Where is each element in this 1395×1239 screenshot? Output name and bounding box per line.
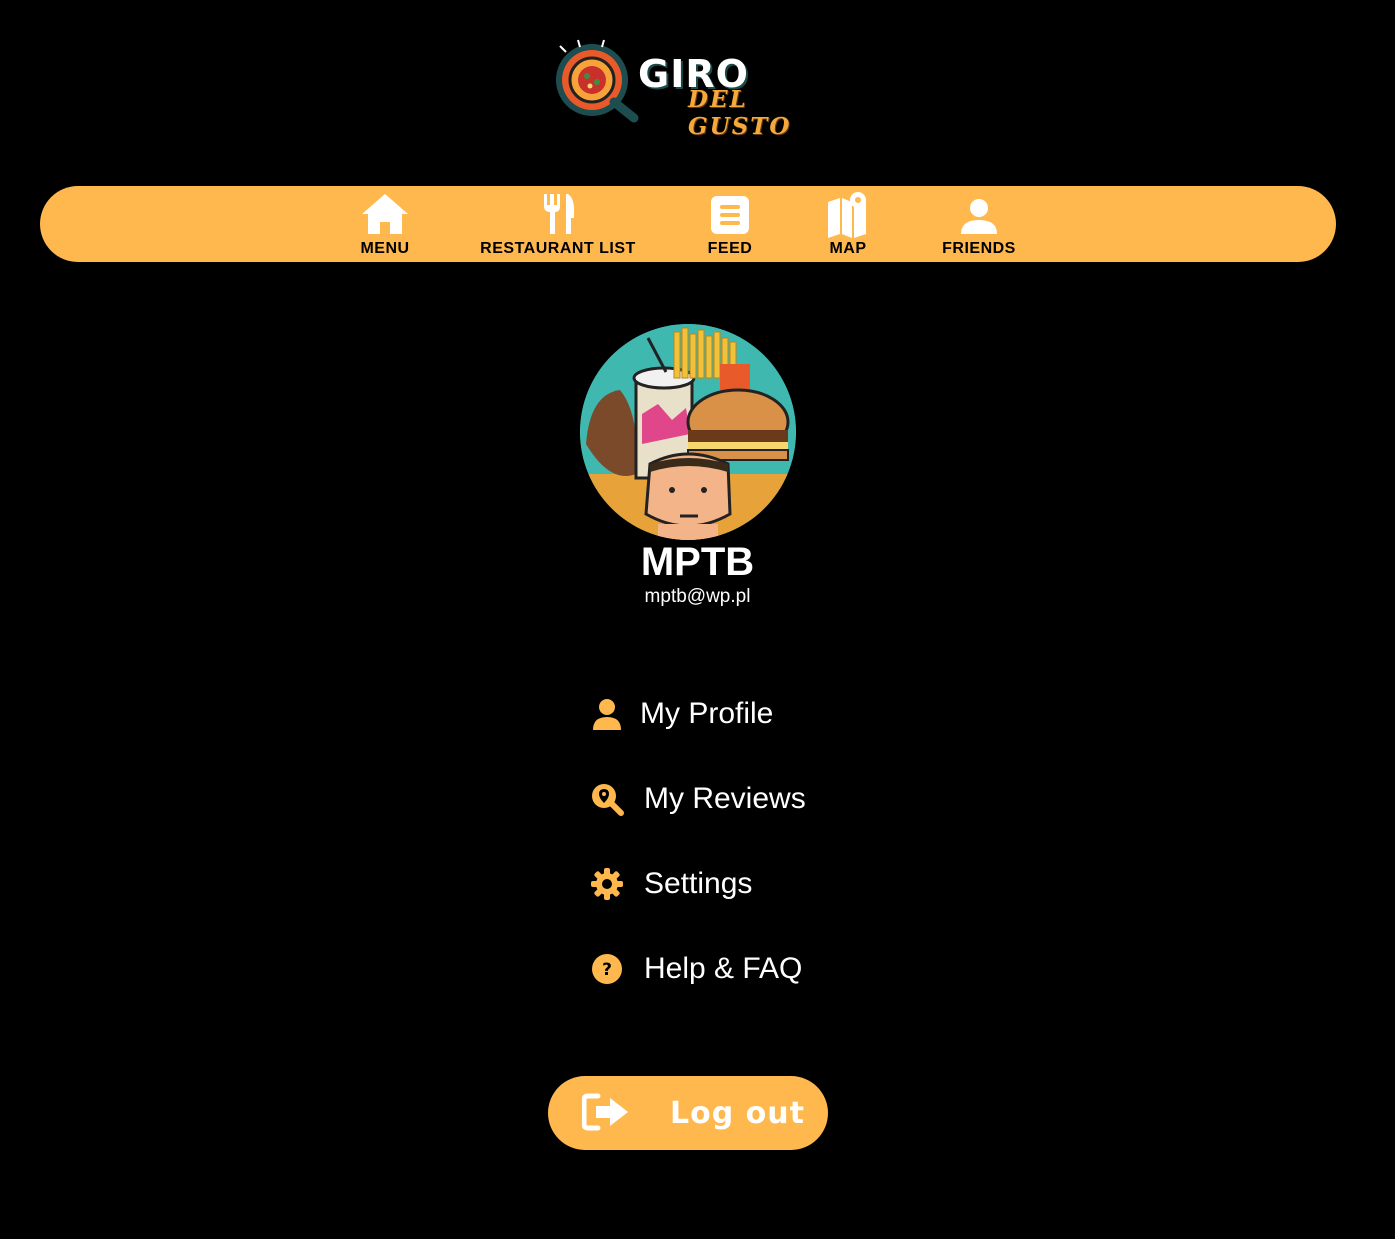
svg-text:?: ? <box>602 960 612 980</box>
nav-label: FRIENDS <box>942 240 1016 257</box>
menu-item-my-reviews[interactable]: My Reviews <box>588 777 806 821</box>
profile-email: mptb@wp.pl <box>644 586 751 607</box>
nav-item-map[interactable]: MAP <box>813 186 883 262</box>
search-location-icon <box>588 781 626 817</box>
nav-label: FEED <box>707 240 753 257</box>
nav-label: MAP <box>829 240 867 257</box>
question-icon: ? <box>588 951 626 987</box>
logout-button[interactable]: Log out <box>548 1076 828 1150</box>
menu-item-my-profile[interactable]: My Profile <box>588 692 773 736</box>
nav-item-menu[interactable]: MENU <box>345 186 425 262</box>
app-logo[interactable]: GIRO DEL GUSTO <box>548 38 838 140</box>
menu-item-label: Settings <box>644 867 753 900</box>
avatar[interactable] <box>580 324 796 540</box>
user-icon <box>588 696 626 732</box>
logout-label: Log out <box>670 1096 805 1131</box>
logout-icon <box>582 1093 628 1131</box>
main-navbar: MENU RESTAURANT LIST FEED MAP FRIENDS <box>40 186 1336 262</box>
menu-item-label: My Reviews <box>644 782 806 815</box>
nav-item-feed[interactable]: FEED <box>690 186 770 262</box>
nav-item-restaurant-list[interactable]: RESTAURANT LIST <box>470 186 646 262</box>
gear-icon <box>588 866 626 902</box>
logo-magnifier-icon <box>556 39 639 123</box>
profile-username: MPTB <box>640 540 755 584</box>
fork-knife-icon <box>544 194 574 234</box>
map-icon <box>828 192 866 238</box>
nav-item-friends[interactable]: FRIENDS <box>934 186 1024 262</box>
menu-item-settings[interactable]: Settings <box>588 862 752 906</box>
menu-item-label: My Profile <box>640 697 774 730</box>
nav-label: RESTAURANT LIST <box>480 240 636 257</box>
logo-subtitle: DEL GUSTO <box>688 86 792 140</box>
menu-item-label: Help & FAQ <box>644 952 803 985</box>
home-icon <box>362 194 408 234</box>
menu-item-help-faq[interactable]: ? Help & FAQ <box>588 947 802 991</box>
avatar-image <box>580 324 796 540</box>
feed-icon <box>711 196 749 234</box>
user-icon <box>961 199 997 234</box>
nav-label: MENU <box>360 240 410 257</box>
